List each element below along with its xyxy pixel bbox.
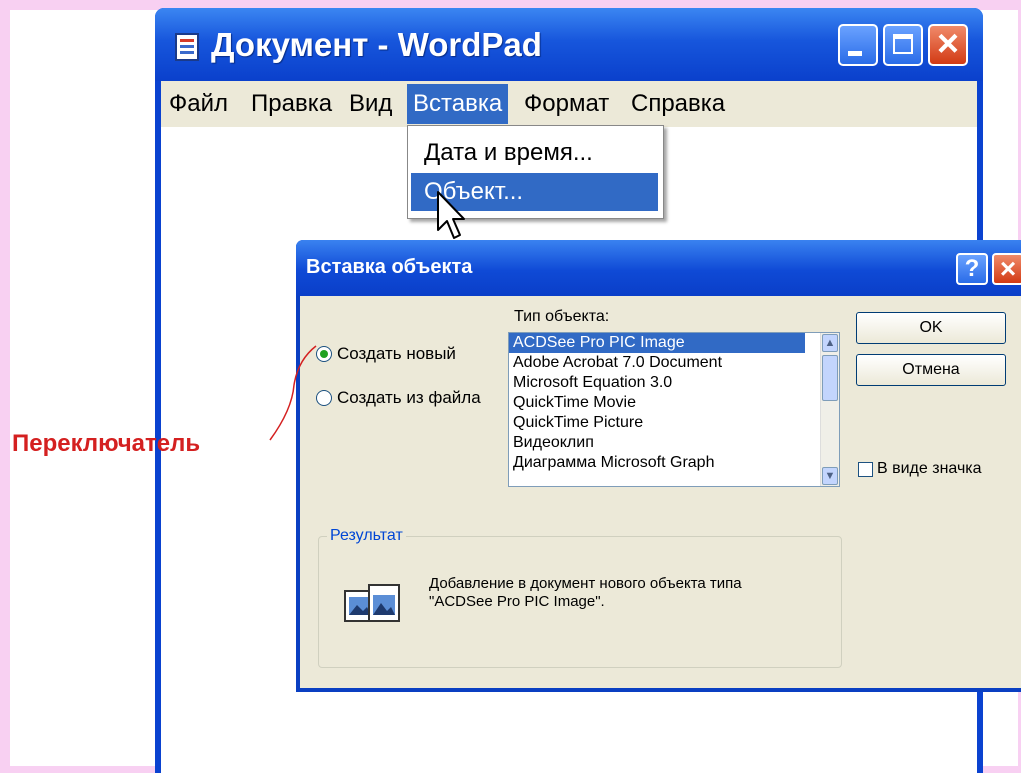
result-line-2: "ACDSee Pro PIC Image". (429, 593, 605, 610)
cancel-button[interactable]: Отмена (856, 354, 1006, 386)
as-icon-checkbox[interactable] (858, 461, 873, 477)
result-description: Добавление в документ нового объекта тип… (429, 575, 742, 611)
result-label: Результат (327, 527, 406, 545)
object-type-list[interactable]: ACDSee Pro PIC Image Adobe Acrobat 7.0 D… (508, 332, 840, 487)
list-item[interactable]: Adobe Acrobat 7.0 Document (509, 353, 805, 373)
list-item[interactable]: ACDSee Pro PIC Image (509, 333, 805, 353)
dialog-close-button[interactable]: × (992, 253, 1021, 285)
menu-edit[interactable]: Правка (245, 84, 338, 124)
list-item[interactable]: Видеоклип (509, 433, 805, 453)
help-button[interactable]: ? (956, 253, 988, 285)
dialog-body: Создать новый Создать из файла Тип объек… (300, 296, 1021, 688)
list-item[interactable]: Microsoft Equation 3.0 (509, 373, 805, 393)
list-scrollbar[interactable]: ▲ ▼ (820, 333, 839, 486)
close-icon: × (936, 23, 960, 65)
list-item[interactable]: Диаграмма Microsoft Graph (509, 453, 805, 473)
scroll-up-icon[interactable]: ▲ (822, 334, 838, 352)
mouse-pointer-icon (437, 191, 465, 239)
menu-format[interactable]: Формат (518, 84, 615, 124)
minimize-button[interactable] (838, 24, 878, 66)
ok-button[interactable]: OK (856, 312, 1006, 344)
wordpad-document-icon[interactable] (175, 33, 199, 61)
radio-button[interactable] (316, 390, 332, 406)
radio-create-from-file-label: Создать из файла (337, 388, 481, 407)
scroll-down-icon[interactable]: ▼ (822, 467, 838, 485)
result-group: Результат Добавление в документ нового о… (318, 527, 842, 668)
radio-button[interactable] (316, 346, 332, 362)
result-line-1: Добавление в документ нового объекта тип… (429, 575, 742, 592)
window-title: Документ - WordPad (211, 26, 542, 63)
as-icon-label: В виде значка (877, 460, 982, 477)
radio-create-from-file[interactable]: Создать из файла (316, 388, 481, 408)
menu-bar: Файл Правка Вид Вставка Формат Справка (161, 81, 977, 127)
list-item[interactable]: QuickTime Picture (509, 413, 805, 433)
menu-file[interactable]: Файл (163, 84, 234, 124)
close-button[interactable]: × (928, 23, 968, 66)
radio-create-new-label: Создать новый (337, 344, 456, 363)
menu-item-date-time[interactable]: Дата и время... (411, 134, 658, 172)
menu-insert[interactable]: Вставка (407, 84, 509, 124)
maximize-button[interactable] (883, 24, 923, 66)
menu-view[interactable]: Вид (343, 84, 398, 124)
list-item[interactable]: QuickTime Movie (509, 393, 805, 413)
object-images-icon (344, 584, 400, 622)
annotation-label: Переключатель (12, 430, 201, 457)
dialog-titlebar[interactable]: Вставка объекта ? × (296, 240, 1021, 296)
wordpad-titlebar[interactable]: Документ - WordPad × (155, 8, 983, 81)
menu-help[interactable]: Справка (625, 84, 731, 124)
as-icon-checkbox-row[interactable]: В виде значка (858, 460, 982, 478)
radio-create-new[interactable]: Создать новый (316, 344, 456, 364)
object-type-label: Тип объекта: (514, 308, 610, 325)
insert-object-dialog: Вставка объекта ? × Создать новый Создат… (296, 240, 1021, 692)
dialog-title: Вставка объекта (306, 256, 473, 278)
scroll-thumb[interactable] (822, 355, 838, 401)
